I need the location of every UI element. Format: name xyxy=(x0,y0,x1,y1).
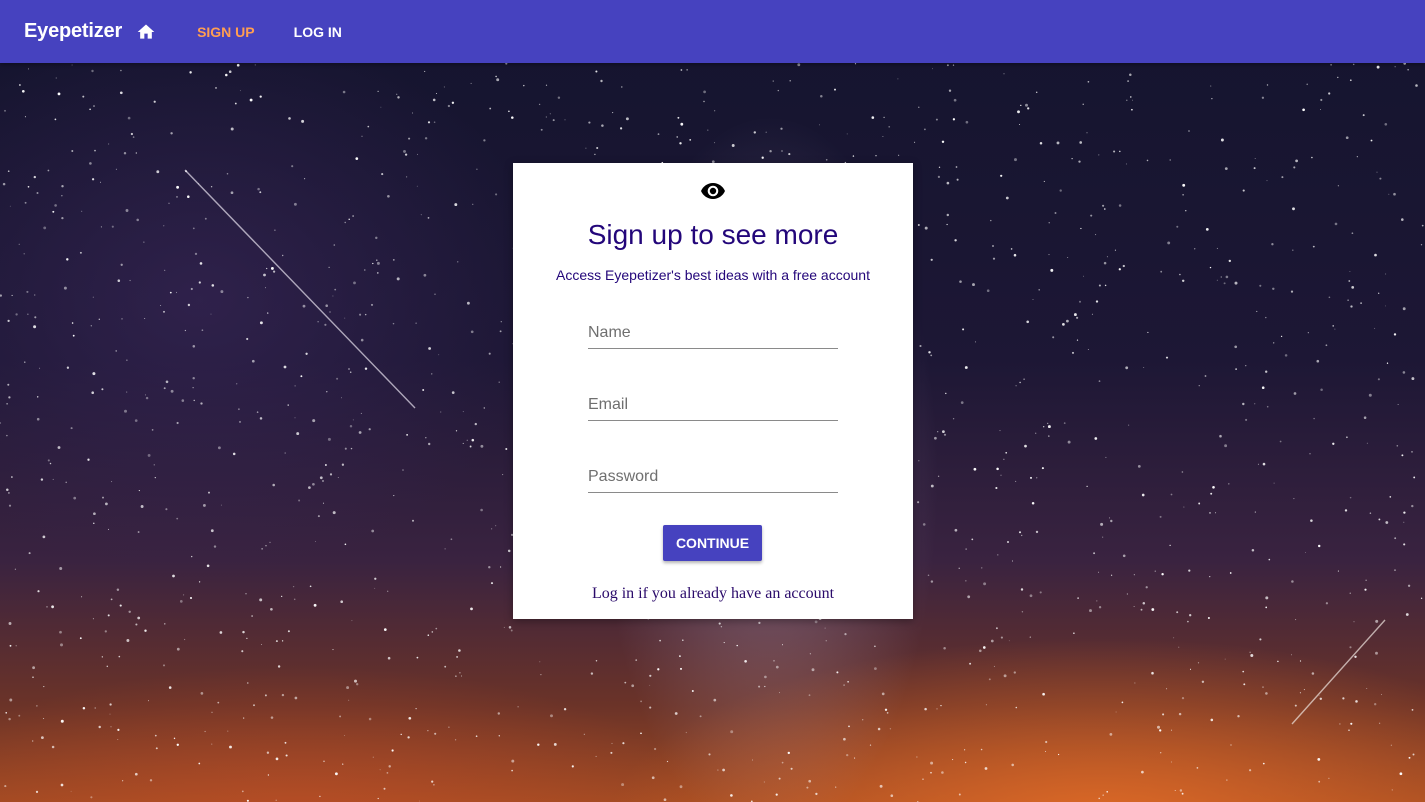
top-app-bar: Eyepetizer SIGN UP LOG IN xyxy=(0,0,1425,63)
name-input[interactable] xyxy=(588,318,838,349)
nav-login-link[interactable]: LOG IN xyxy=(294,16,342,48)
home-icon[interactable] xyxy=(136,22,156,42)
eye-icon-svg xyxy=(701,183,725,199)
continue-button[interactable]: CONTINUE xyxy=(663,525,762,561)
brand-title[interactable]: Eyepetizer xyxy=(24,20,122,43)
password-input[interactable] xyxy=(588,462,838,493)
signup-title: Sign up to see more xyxy=(587,219,839,250)
login-existing-account-link[interactable]: Log in if you already have an account xyxy=(513,585,913,603)
email-input[interactable] xyxy=(588,390,838,421)
signup-card: Sign up to see more Access Eyepetizer's … xyxy=(513,163,913,619)
nav-signup-link[interactable]: SIGN UP xyxy=(197,16,255,48)
signup-subtitle: Access Eyepetizer's best ideas with a fr… xyxy=(556,267,870,283)
home-icon-svg xyxy=(137,24,155,39)
eye-icon xyxy=(701,182,725,200)
